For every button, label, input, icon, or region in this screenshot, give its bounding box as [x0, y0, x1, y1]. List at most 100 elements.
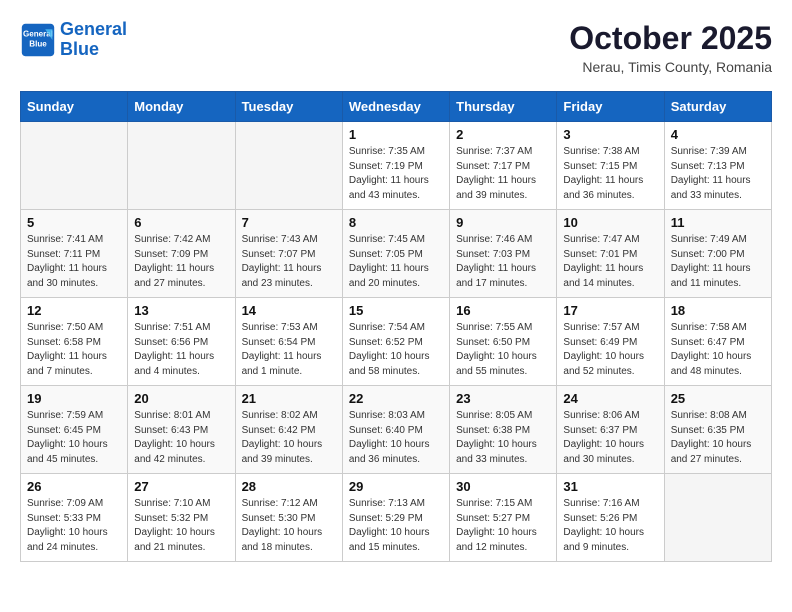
page-header: General Blue General Blue October 2025 N… — [20, 20, 772, 75]
day-info: Sunrise: 7:57 AM Sunset: 6:49 PM Dayligh… — [563, 321, 657, 379]
day-info: Sunrise: 7:15 AM Sunset: 5:27 PM Dayligh… — [456, 497, 550, 555]
day-info: Sunrise: 7:10 AM Sunset: 5:32 PM Dayligh… — [134, 497, 228, 555]
days-of-week-row: SundayMondayTuesdayWednesdayThursdayFrid… — [21, 92, 772, 122]
day-info: Sunrise: 8:05 AM Sunset: 6:38 PM Dayligh… — [456, 409, 550, 467]
calendar-week-row: 26 Sunrise: 7:09 AM Sunset: 5:33 PM Dayli… — [21, 474, 772, 562]
calendar-header: SundayMondayTuesdayWednesdayThursdayFrid… — [21, 92, 772, 122]
day-number: 17 — [563, 303, 657, 318]
day-number: 10 — [563, 215, 657, 230]
calendar-day-cell: 14 Sunrise: 7:53 AM Sunset: 6:54 PM Dayli… — [235, 298, 342, 386]
day-number: 1 — [349, 127, 443, 142]
day-number: 19 — [27, 391, 121, 406]
month-title: October 2025 — [569, 20, 772, 57]
day-info: Sunrise: 7:59 AM Sunset: 6:45 PM Dayligh… — [27, 409, 121, 467]
day-info: Sunrise: 8:06 AM Sunset: 6:37 PM Dayligh… — [563, 409, 657, 467]
day-number: 21 — [242, 391, 336, 406]
calendar-day-cell: 30 Sunrise: 7:15 AM Sunset: 5:27 PM Dayli… — [450, 474, 557, 562]
day-info: Sunrise: 7:50 AM Sunset: 6:58 PM Dayligh… — [27, 321, 121, 379]
day-info: Sunrise: 7:47 AM Sunset: 7:01 PM Dayligh… — [563, 233, 657, 291]
day-number: 3 — [563, 127, 657, 142]
calendar-day-cell: 28 Sunrise: 7:12 AM Sunset: 5:30 PM Dayli… — [235, 474, 342, 562]
day-info: Sunrise: 7:41 AM Sunset: 7:11 PM Dayligh… — [27, 233, 121, 291]
calendar-day-cell — [664, 474, 771, 562]
calendar-day-cell: 6Sunrise: 7:42 AM Sunset: 7:09 PM Daylig… — [128, 210, 235, 298]
day-number: 20 — [134, 391, 228, 406]
calendar-day-cell — [235, 122, 342, 210]
day-info: Sunrise: 7:53 AM Sunset: 6:54 PM Dayligh… — [242, 321, 336, 379]
calendar-day-cell: 11 Sunrise: 7:49 AM Sunset: 7:00 PM Dayli… — [664, 210, 771, 298]
calendar-day-cell — [128, 122, 235, 210]
calendar-week-row: 1 Sunrise: 7:35 AM Sunset: 7:19 PM Daylig… — [21, 122, 772, 210]
calendar-day-cell: 15 Sunrise: 7:54 AM Sunset: 6:52 PM Dayli… — [342, 298, 449, 386]
day-info: Sunrise: 7:13 AM Sunset: 5:29 PM Dayligh… — [349, 497, 443, 555]
calendar-day-cell: 27Sunrise: 7:10 AM Sunset: 5:32 PM Dayli… — [128, 474, 235, 562]
day-number: 28 — [242, 479, 336, 494]
day-info: Sunrise: 7:35 AM Sunset: 7:19 PM Dayligh… — [349, 145, 443, 203]
day-info: Sunrise: 7:42 AM Sunset: 7:09 PM Dayligh… — [134, 233, 228, 291]
calendar-day-cell: 13Sunrise: 7:51 AM Sunset: 6:56 PM Dayli… — [128, 298, 235, 386]
calendar-day-cell: 18Sunrise: 7:58 AM Sunset: 6:47 PM Dayli… — [664, 298, 771, 386]
day-number: 8 — [349, 215, 443, 230]
calendar-day-cell: 31Sunrise: 7:16 AM Sunset: 5:26 PM Dayli… — [557, 474, 664, 562]
calendar-day-cell: 1 Sunrise: 7:35 AM Sunset: 7:19 PM Daylig… — [342, 122, 449, 210]
day-number: 2 — [456, 127, 550, 142]
calendar-week-row: 19 Sunrise: 7:59 AM Sunset: 6:45 PM Dayli… — [21, 386, 772, 474]
day-of-week-header: Sunday — [21, 92, 128, 122]
calendar-day-cell: 16Sunrise: 7:55 AM Sunset: 6:50 PM Dayli… — [450, 298, 557, 386]
day-of-week-header: Tuesday — [235, 92, 342, 122]
calendar-table: SundayMondayTuesdayWednesdayThursdayFrid… — [20, 91, 772, 562]
calendar-day-cell: 9Sunrise: 7:46 AM Sunset: 7:03 PM Daylig… — [450, 210, 557, 298]
calendar-day-cell: 21 Sunrise: 8:02 AM Sunset: 6:42 PM Dayli… — [235, 386, 342, 474]
day-info: Sunrise: 8:02 AM Sunset: 6:42 PM Dayligh… — [242, 409, 336, 467]
day-number: 26 — [27, 479, 121, 494]
day-info: Sunrise: 7:12 AM Sunset: 5:30 PM Dayligh… — [242, 497, 336, 555]
title-block: October 2025 Nerau, Timis County, Romani… — [569, 20, 772, 75]
calendar-day-cell: 3 Sunrise: 7:38 AM Sunset: 7:15 PM Daylig… — [557, 122, 664, 210]
calendar-day-cell: 29 Sunrise: 7:13 AM Sunset: 5:29 PM Dayli… — [342, 474, 449, 562]
day-number: 25 — [671, 391, 765, 406]
calendar-day-cell: 10 Sunrise: 7:47 AM Sunset: 7:01 PM Dayli… — [557, 210, 664, 298]
calendar-day-cell: 4Sunrise: 7:39 AM Sunset: 7:13 PM Daylig… — [664, 122, 771, 210]
day-info: Sunrise: 7:55 AM Sunset: 6:50 PM Dayligh… — [456, 321, 550, 379]
calendar-day-cell: 23 Sunrise: 8:05 AM Sunset: 6:38 PM Dayli… — [450, 386, 557, 474]
day-number: 22 — [349, 391, 443, 406]
day-info: Sunrise: 7:51 AM Sunset: 6:56 PM Dayligh… — [134, 321, 228, 379]
calendar-week-row: 5 Sunrise: 7:41 AM Sunset: 7:11 PM Daylig… — [21, 210, 772, 298]
day-info: Sunrise: 7:43 AM Sunset: 7:07 PM Dayligh… — [242, 233, 336, 291]
calendar-day-cell: 26 Sunrise: 7:09 AM Sunset: 5:33 PM Dayli… — [21, 474, 128, 562]
calendar-day-cell: 19 Sunrise: 7:59 AM Sunset: 6:45 PM Dayli… — [21, 386, 128, 474]
day-number: 15 — [349, 303, 443, 318]
day-info: Sunrise: 8:08 AM Sunset: 6:35 PM Dayligh… — [671, 409, 765, 467]
day-info: Sunrise: 7:45 AM Sunset: 7:05 PM Dayligh… — [349, 233, 443, 291]
day-of-week-header: Friday — [557, 92, 664, 122]
calendar-week-row: 12Sunrise: 7:50 AM Sunset: 6:58 PM Dayli… — [21, 298, 772, 386]
calendar-day-cell: 5 Sunrise: 7:41 AM Sunset: 7:11 PM Daylig… — [21, 210, 128, 298]
day-number: 5 — [27, 215, 121, 230]
day-info: Sunrise: 7:54 AM Sunset: 6:52 PM Dayligh… — [349, 321, 443, 379]
day-number: 14 — [242, 303, 336, 318]
day-number: 11 — [671, 215, 765, 230]
day-of-week-header: Monday — [128, 92, 235, 122]
day-of-week-header: Thursday — [450, 92, 557, 122]
day-info: Sunrise: 7:38 AM Sunset: 7:15 PM Dayligh… — [563, 145, 657, 203]
calendar-body: 1 Sunrise: 7:35 AM Sunset: 7:19 PM Daylig… — [21, 122, 772, 562]
calendar-day-cell — [21, 122, 128, 210]
calendar-day-cell: 7 Sunrise: 7:43 AM Sunset: 7:07 PM Daylig… — [235, 210, 342, 298]
logo-text: General Blue — [60, 20, 127, 60]
day-of-week-header: Wednesday — [342, 92, 449, 122]
day-info: Sunrise: 8:03 AM Sunset: 6:40 PM Dayligh… — [349, 409, 443, 467]
day-number: 7 — [242, 215, 336, 230]
day-info: Sunrise: 7:09 AM Sunset: 5:33 PM Dayligh… — [27, 497, 121, 555]
day-number: 30 — [456, 479, 550, 494]
calendar-day-cell: 2Sunrise: 7:37 AM Sunset: 7:17 PM Daylig… — [450, 122, 557, 210]
day-number: 18 — [671, 303, 765, 318]
logo-icon: General Blue — [20, 22, 56, 58]
day-info: Sunrise: 7:49 AM Sunset: 7:00 PM Dayligh… — [671, 233, 765, 291]
day-number: 23 — [456, 391, 550, 406]
day-info: Sunrise: 8:01 AM Sunset: 6:43 PM Dayligh… — [134, 409, 228, 467]
day-number: 29 — [349, 479, 443, 494]
logo: General Blue General Blue — [20, 20, 127, 60]
day-info: Sunrise: 7:39 AM Sunset: 7:13 PM Dayligh… — [671, 145, 765, 203]
calendar-day-cell: 8 Sunrise: 7:45 AM Sunset: 7:05 PM Daylig… — [342, 210, 449, 298]
day-info: Sunrise: 7:46 AM Sunset: 7:03 PM Dayligh… — [456, 233, 550, 291]
